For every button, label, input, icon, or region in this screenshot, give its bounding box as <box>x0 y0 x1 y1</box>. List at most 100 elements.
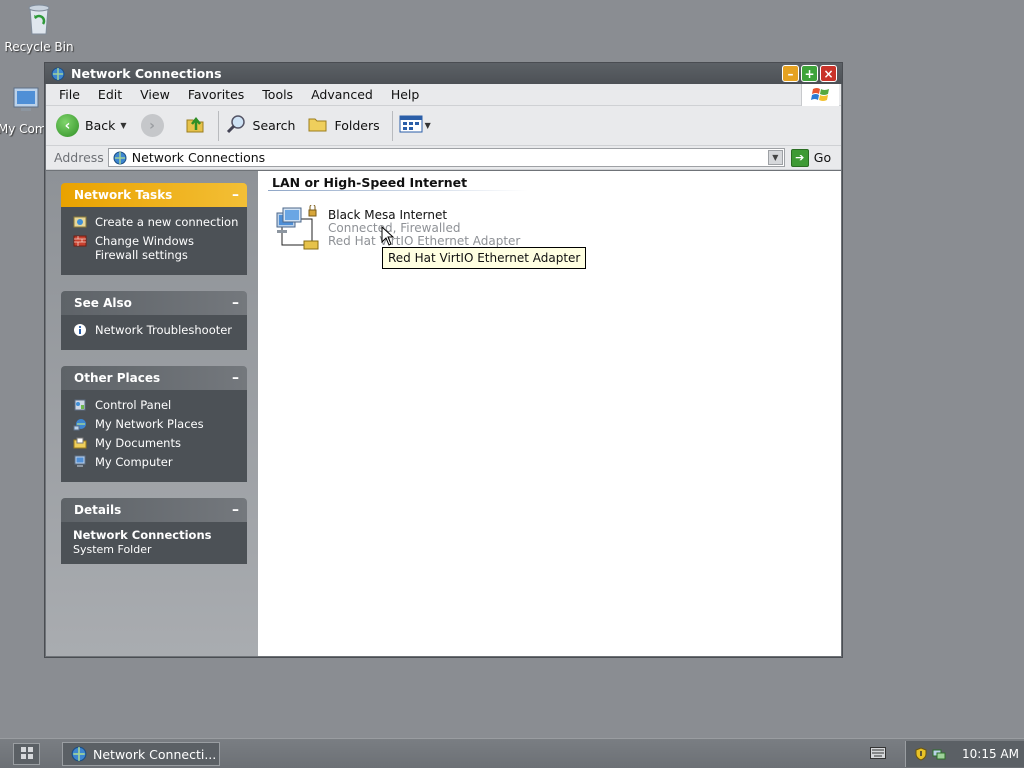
see-also-header[interactable]: See Also – <box>61 291 247 315</box>
back-label: Back <box>85 118 116 133</box>
recycle-bin-label: Recycle Bin <box>4 40 74 54</box>
see-also-body: Network Troubleshooter <box>61 315 247 350</box>
network-tasks-header[interactable]: Network Tasks – <box>61 183 247 207</box>
forward-button[interactable]: › <box>140 114 164 137</box>
details-type: System Folder <box>73 543 152 556</box>
start-button[interactable] <box>13 743 40 765</box>
details-body: Network Connections System Folder <box>61 522 247 564</box>
connections-list: LAN or High-Speed Internet Black Mesa In… <box>258 171 841 656</box>
menu-bar: File Edit View Favorites Tools Advanced … <box>46 84 841 106</box>
see-also-panel: See Also – Network Troubleshooter <box>61 291 247 350</box>
collapse-icon[interactable]: – <box>232 295 239 311</box>
window-body: Network Tasks – Create a new connection <box>46 171 841 656</box>
link-label: My Network Places <box>95 417 204 431</box>
back-arrow-icon: ‹ <box>56 114 79 137</box>
search-icon <box>225 113 247 138</box>
folders-label: Folders <box>334 118 380 133</box>
go-button[interactable]: ➔ Go <box>790 148 832 167</box>
collapse-icon[interactable]: – <box>232 502 239 518</box>
menu-help[interactable]: Help <box>382 87 429 102</box>
up-folder-icon <box>184 113 206 138</box>
recycle-bin-desktop-icon[interactable]: Recycle Bin <box>1 2 77 54</box>
menu-view[interactable]: View <box>131 87 179 102</box>
back-dropdown-icon[interactable]: ▼ <box>120 121 126 130</box>
go-arrow-icon: ➔ <box>790 148 809 167</box>
details-panel: Details – Network Connections System Fol… <box>61 498 247 564</box>
task-change-firewall[interactable]: Change Windows Firewall settings <box>73 234 239 262</box>
menu-tools[interactable]: Tools <box>253 87 302 102</box>
collapse-icon[interactable]: – <box>232 370 239 386</box>
see-also-title: See Also <box>74 296 132 310</box>
address-dropdown-icon[interactable]: ▼ <box>767 150 783 165</box>
folders-icon <box>307 114 329 137</box>
group-header: LAN or High-Speed Internet <box>272 175 468 190</box>
link-control-panel[interactable]: Control Panel <box>73 398 239 412</box>
taskbar-item-label: Network Connecti... <box>93 746 217 762</box>
search-label: Search <box>252 118 296 133</box>
menu-file[interactable]: File <box>50 87 89 102</box>
maximize-button[interactable]: + <box>801 65 818 82</box>
my-computer-icon <box>9 84 43 118</box>
details-header[interactable]: Details – <box>61 498 247 522</box>
group-divider <box>268 190 528 191</box>
go-label: Go <box>813 150 832 165</box>
network-status-icon[interactable] <box>932 747 946 761</box>
task-create-connection[interactable]: Create a new connection <box>73 215 239 229</box>
other-places-header[interactable]: Other Places – <box>61 366 247 390</box>
firewall-icon <box>73 234 87 248</box>
windows-logo-icon <box>801 84 839 106</box>
link-label: Network Troubleshooter <box>95 323 233 337</box>
adapter-tooltip: Red Hat VirtIO Ethernet Adapter <box>382 247 587 269</box>
link-label: My Computer <box>95 455 173 469</box>
views-icon <box>399 114 423 137</box>
forward-arrow-icon: › <box>140 114 164 137</box>
collapse-icon[interactable]: – <box>232 187 239 203</box>
menu-favorites[interactable]: Favorites <box>179 87 253 102</box>
link-my-computer[interactable]: My Computer <box>73 455 239 469</box>
menu-edit[interactable]: Edit <box>89 87 131 102</box>
network-places-icon <box>73 417 87 431</box>
folders-button[interactable]: Folders <box>307 114 380 137</box>
address-bar: Address Network Connections ▼ ➔ Go <box>46 146 841 170</box>
address-value: Network Connections <box>131 150 266 165</box>
link-network-troubleshooter[interactable]: Network Troubleshooter <box>73 323 239 337</box>
details-name: Network Connections <box>73 528 212 542</box>
menu-advanced[interactable]: Advanced <box>302 87 382 102</box>
toolbar-separator <box>391 110 393 141</box>
address-input[interactable]: Network Connections ▼ <box>107 148 785 167</box>
views-button[interactable]: ▼ <box>399 114 431 137</box>
back-button[interactable]: ‹ Back ▼ <box>56 114 127 137</box>
keyboard-icon[interactable] <box>870 747 886 759</box>
window-title: Network Connections <box>71 66 222 81</box>
views-dropdown-icon[interactable]: ▼ <box>425 121 431 130</box>
network-connections-window: Network Connections – + × File Edit View… <box>44 62 843 658</box>
standard-toolbar: ‹ Back ▼ › Search Folders ▼ <box>46 106 841 146</box>
lan-connection-icon <box>274 204 324 255</box>
link-my-network-places[interactable]: My Network Places <box>73 417 239 431</box>
details-title: Details <box>74 503 122 517</box>
control-panel-icon <box>73 398 87 412</box>
minimize-icon: – <box>787 66 794 81</box>
security-shield-icon[interactable] <box>914 747 928 761</box>
other-places-body: Control Panel My Network Places My Docum… <box>61 390 247 482</box>
new-connection-icon <box>73 215 87 229</box>
other-places-title: Other Places <box>74 371 161 385</box>
task-label: Create a new connection <box>95 215 239 229</box>
search-button[interactable]: Search <box>225 113 296 138</box>
mouse-pointer-icon <box>381 225 395 249</box>
taskbar-network-connections[interactable]: Network Connecti... <box>62 742 220 766</box>
network-globe-icon <box>113 151 127 165</box>
close-button[interactable]: × <box>820 65 837 82</box>
start-icon <box>20 746 34 763</box>
link-label: Control Panel <box>95 398 172 412</box>
network-globe-icon <box>71 746 87 762</box>
up-folder-button[interactable] <box>184 113 206 138</box>
network-tasks-body: Create a new connection Change Windows F… <box>61 207 247 275</box>
documents-icon <box>73 436 87 450</box>
info-icon <box>73 323 87 337</box>
taskbar: Network Connecti... 10:15 AM <box>0 738 1024 768</box>
title-bar[interactable]: Network Connections – + × <box>45 63 842 84</box>
link-my-documents[interactable]: My Documents <box>73 436 239 450</box>
minimize-button[interactable]: – <box>782 65 799 82</box>
clock[interactable]: 10:15 AM <box>962 747 1019 761</box>
